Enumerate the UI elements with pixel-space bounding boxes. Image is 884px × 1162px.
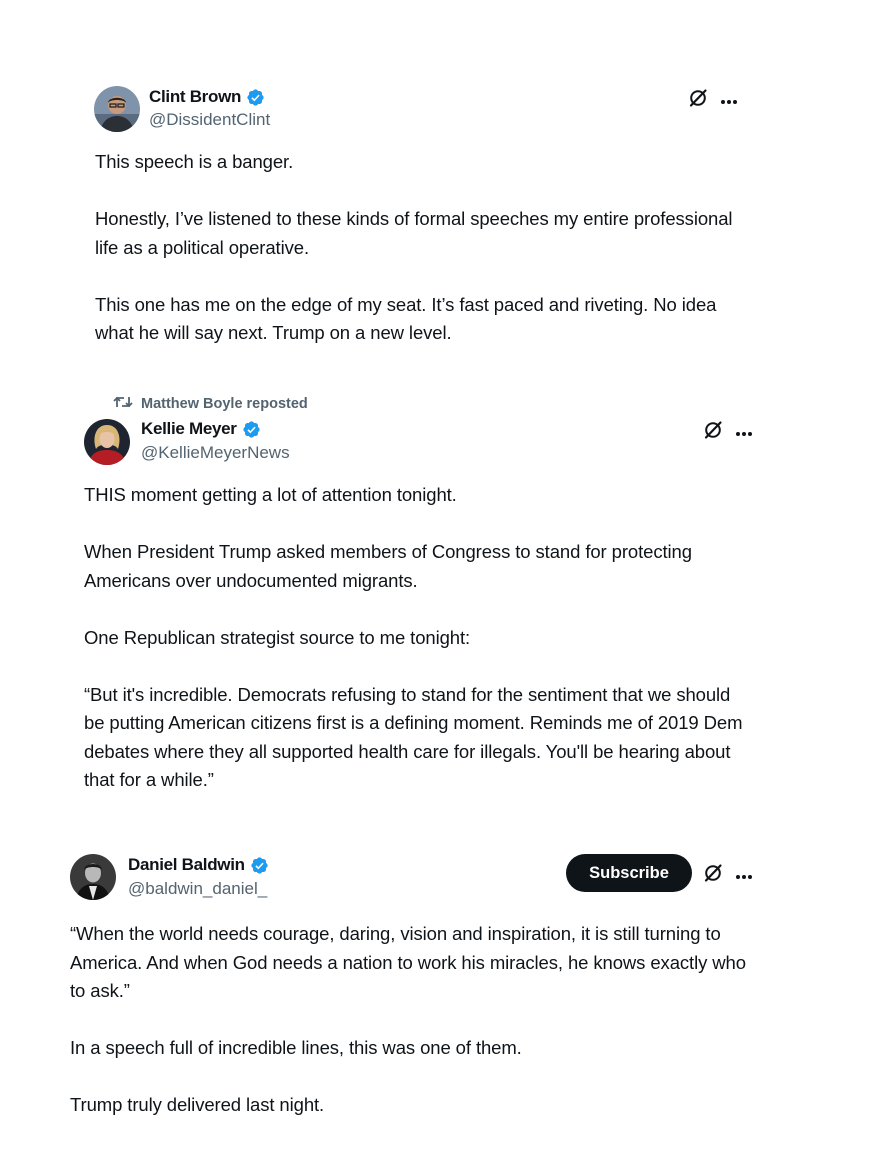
avatar-man-glasses-icon — [94, 86, 140, 132]
post-paragraph: Honestly, I’ve listened to these kinds o… — [95, 208, 733, 258]
display-name[interactable]: Kellie Meyer — [141, 419, 237, 439]
handle[interactable]: @DissidentClint — [149, 110, 270, 130]
handle[interactable]: @KellieMeyerNews — [141, 443, 290, 463]
name-row: Clint Brown — [149, 87, 265, 107]
post-text: This speech is a banger. Honestly, I’ve … — [95, 148, 755, 348]
avatar[interactable] — [70, 854, 116, 900]
post-actions — [688, 88, 738, 113]
verified-badge-icon — [250, 856, 269, 875]
post-paragraph: This speech is a banger. — [95, 151, 294, 172]
name-row: Kellie Meyer — [141, 419, 261, 439]
more-options-icon[interactable] — [720, 92, 738, 110]
display-name[interactable]: Clint Brown — [149, 87, 241, 107]
post-paragraph: In a speech full of incredible lines, th… — [70, 1037, 522, 1058]
verified-badge-icon — [242, 420, 261, 439]
repost-icon — [113, 394, 133, 414]
post-paragraph: “But it's incredible. Democrats refusing… — [84, 683, 743, 791]
post-paragraph: One Republican strategist source to me t… — [84, 626, 471, 648]
more-options-icon[interactable] — [735, 424, 753, 442]
post-text: “When the world needs courage, daring, v… — [70, 920, 760, 1120]
verified-badge-icon — [246, 88, 265, 107]
post-paragraph: This one has me on the edge of my seat. … — [95, 293, 717, 344]
post-kellie-meyer[interactable]: Matthew Boyle reposted Kellie Meyer @Kel… — [0, 380, 884, 820]
post-actions — [703, 420, 753, 445]
grok-icon[interactable] — [703, 420, 723, 445]
grok-icon[interactable] — [703, 863, 723, 888]
post-paragraph: When President Trump asked members of Co… — [84, 541, 692, 591]
subscribe-button[interactable]: Subscribe — [566, 854, 692, 892]
post-daniel-baldwin[interactable]: Daniel Baldwin @baldwin_daniel_ Subscrib… — [0, 840, 884, 1162]
post-text: THIS moment getting a lot of attention t… — [84, 481, 754, 795]
post-paragraph: Trump truly delivered last night. — [70, 1094, 325, 1115]
post-paragraph: THIS moment getting a lot of attention t… — [84, 484, 457, 505]
post-actions — [703, 863, 753, 888]
post-clint-brown[interactable]: Clint Brown @DissidentClint This speech … — [0, 0, 884, 360]
more-options-icon[interactable] — [735, 867, 753, 885]
avatar[interactable] — [94, 86, 140, 132]
handle[interactable]: @baldwin_daniel_ — [128, 879, 267, 899]
display-name[interactable]: Daniel Baldwin — [128, 855, 245, 875]
avatar-man-bw-icon — [70, 854, 116, 900]
name-row: Daniel Baldwin — [128, 855, 269, 875]
grok-icon[interactable] — [688, 88, 708, 113]
repost-label[interactable]: Matthew Boyle reposted — [141, 396, 308, 412]
repost-indicator: Matthew Boyle reposted — [113, 394, 308, 414]
post-paragraph: “When the world needs courage, daring, v… — [70, 923, 746, 1001]
avatar-woman-blonde-icon — [84, 419, 130, 465]
avatar[interactable] — [84, 419, 130, 465]
